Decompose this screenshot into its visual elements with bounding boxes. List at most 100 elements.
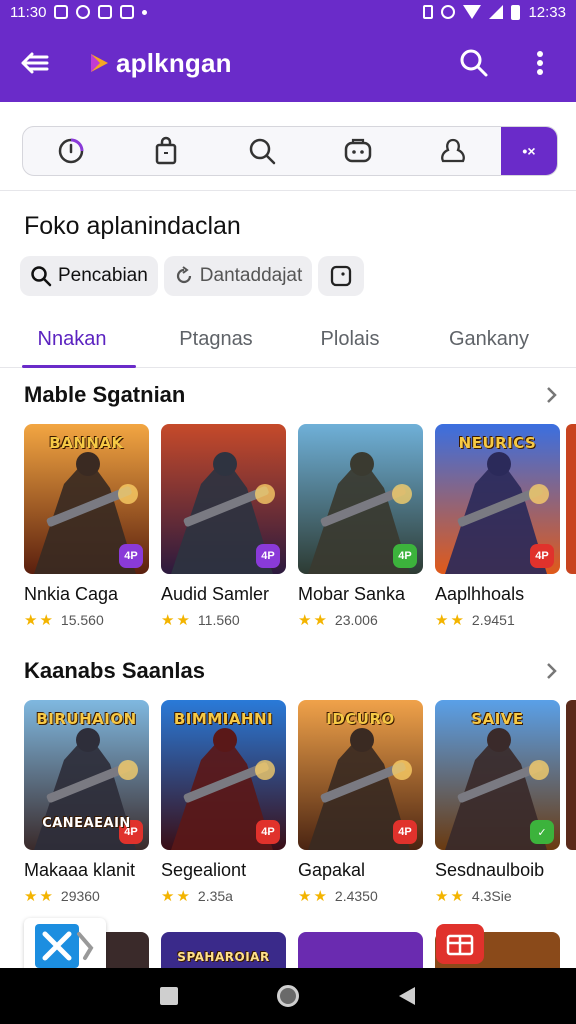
filter-games-button[interactable] (310, 127, 406, 175)
tools-icon (35, 924, 94, 968)
game-art-title: SAIVE (471, 710, 524, 728)
square-icon (331, 265, 352, 287)
tab-plolais[interactable]: Plolais (296, 312, 404, 367)
game-rating: ★ ★ 15.560 (24, 611, 149, 629)
filter-search-button[interactable] (214, 127, 310, 175)
game-thumbnail[interactable]: NEURICS 4P (435, 424, 560, 574)
recents-button[interactable] (154, 981, 184, 1011)
section-2-cards: BIRUHAION 4P CANEAEAIN Makaaa klanit ★ ★ 29360… (24, 700, 560, 905)
game-thumbnail[interactable]: BANNAK 4P (24, 424, 149, 574)
star-icon: ★ (39, 612, 53, 629)
game-art-title: BIRUHAION (36, 710, 137, 728)
back-triangle-icon (398, 987, 415, 1005)
search-button[interactable] (456, 45, 492, 81)
gallery-icon (98, 5, 113, 19)
more-notifications-dot (142, 9, 148, 15)
rating-value: 2.9451 (471, 612, 515, 628)
refresh-icon (176, 266, 191, 284)
clock-icon (58, 138, 84, 164)
game-thumbnail[interactable]: IDCURO 4P (298, 700, 423, 850)
page-heading: Foko aplanindaclan (24, 212, 241, 240)
game-thumbnail[interactable]: SAIVE ✓ (435, 700, 560, 850)
tab-nnakan[interactable]: Nnakan (8, 312, 136, 368)
search-icon (460, 49, 488, 77)
rating-value: 29360 (60, 888, 100, 904)
home-button[interactable] (273, 981, 303, 1011)
game-art-title: SPAHAROIAR (177, 950, 270, 964)
back-icon[interactable] (18, 46, 52, 80)
star-icon: ★ (435, 888, 449, 905)
filter-close-button[interactable]: •× (500, 127, 557, 175)
game-thumbnail[interactable]: BIMMIAHNI 4P (161, 700, 286, 850)
chip-search[interactable]: Pencabian (20, 256, 158, 296)
game-name: Mobar Sanka (298, 584, 406, 604)
game-art-caption: CANEAEAIN (42, 816, 131, 831)
filter-store-button[interactable] (119, 127, 215, 175)
game-thumbnail[interactable]: 4P (298, 424, 423, 574)
profile-icon (441, 138, 466, 163)
home-icon (276, 985, 299, 1007)
tab-bar: Nnakan Ptagnas Plolais Gankany (0, 312, 576, 368)
game-card[interactable]: BIMMIAHNI 4P Segealiont ★ ★ 2.35a (161, 700, 286, 905)
notification-icon (54, 5, 69, 19)
filter-clock-button[interactable] (23, 127, 119, 175)
star-icon: ★ (313, 612, 327, 629)
tools-shortcut-button[interactable] (24, 918, 106, 974)
rating-value: 2.4350 (334, 888, 378, 904)
section-header-2: Kaanabs Saanlas (24, 658, 564, 684)
game-thumbnail-partial[interactable]: SPAHAROIAR (161, 932, 286, 968)
game-rating: ★ ★ 11.560 (161, 611, 286, 629)
player-badge: 4P (256, 820, 280, 844)
chip-row: Pencabian Dantaddajat (20, 256, 365, 296)
rating-value: 15.560 (60, 612, 104, 628)
divider (0, 190, 576, 191)
player-badge: 4P (119, 544, 143, 568)
red-shortcut-button[interactable] (436, 924, 484, 964)
recents-icon (160, 987, 179, 1005)
search-icon (249, 138, 276, 165)
game-rating: ★ ★ 2.35a (161, 887, 286, 905)
star-icon: ★ (298, 888, 312, 905)
star-icon: ★ (24, 888, 38, 905)
star-icon: ★ (161, 612, 175, 629)
app-bar-actions (456, 45, 558, 81)
game-thumbnail[interactable]: BIRUHAION 4P CANEAEAIN (24, 700, 149, 850)
chip-square[interactable] (318, 256, 365, 296)
status-time-right: 12:33 (528, 3, 566, 21)
messenger-icon (76, 5, 91, 19)
wifi-icon (463, 5, 482, 19)
next-card-peek (566, 424, 576, 574)
player-badge: 4P (393, 544, 417, 568)
game-card[interactable]: BANNAK 4P Nnkia Caga ★ ★ 15.560 (24, 424, 149, 629)
game-rating: ★ ★ 2.4350 (298, 887, 423, 905)
section-more-button[interactable] (540, 659, 564, 683)
game-art-title: BIMMIAHNI (173, 710, 274, 728)
tab-ptagnas[interactable]: Ptagnas (136, 312, 296, 367)
star-icon: ★ (313, 888, 327, 905)
rating-value: 11.560 (197, 612, 240, 628)
overflow-menu-button[interactable] (522, 45, 558, 81)
chip-search-label: Pencabian (58, 265, 148, 286)
game-rating: ★ ★ 23.006 (298, 611, 423, 629)
game-card[interactable]: 4P Mobar Sanka ★ ★ 23.006 (298, 424, 423, 629)
star-icon: ★ (450, 612, 464, 629)
game-name: Nnkia Caga (24, 584, 119, 604)
game-thumbnail[interactable]: 4P (161, 424, 286, 574)
filter-profile-button[interactable] (405, 127, 501, 175)
chip-download[interactable]: Dantaddajat (163, 256, 313, 296)
game-card[interactable]: SAIVE ✓ Sesdnaulboib ★ ★ 4.3Sie (435, 700, 560, 905)
back-nav-button[interactable] (392, 981, 422, 1011)
game-card[interactable]: IDCURO 4P Gapakal ★ ★ 2.4350 (298, 700, 423, 905)
game-art-title: BANNAK (49, 434, 124, 452)
section-1-cards: BANNAK 4P Nnkia Caga ★ ★ 15.560 4P Audid Samler… (24, 424, 560, 629)
game-card[interactable]: 4P Audid Samler ★ ★ 11.560 (161, 424, 286, 629)
section-more-button[interactable] (540, 383, 564, 407)
section-title: Mable Sgatnian (24, 382, 186, 407)
game-card[interactable]: NEURICS 4P Aaplhhoals ★ ★ 2.9451 (435, 424, 560, 629)
chip-download-label: Dantaddajat (199, 265, 303, 286)
tab-gankany[interactable]: Gankany (404, 312, 574, 367)
signal-icon (489, 5, 504, 19)
system-nav-bar (0, 968, 576, 1024)
game-thumbnail-partial[interactable] (298, 932, 423, 968)
game-card[interactable]: BIRUHAION 4P CANEAEAIN Makaaa klanit ★ ★ 29360 (24, 700, 149, 905)
